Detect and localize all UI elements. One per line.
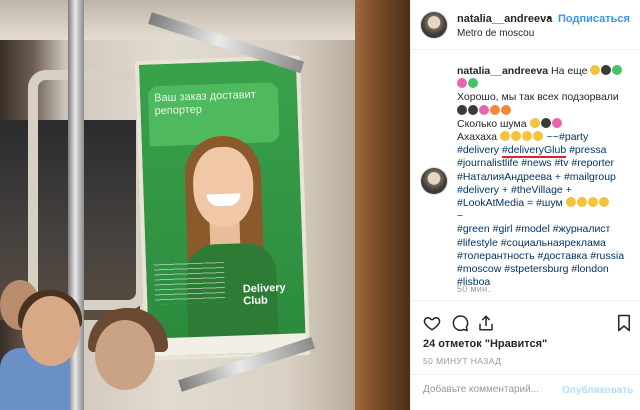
poster-logo: Delivery Club: [243, 282, 287, 307]
hashtag-link[interactable]: #pressa: [569, 144, 606, 156]
caption-line: ~: [457, 210, 464, 223]
hashtag-link[interactable]: ~~#party: [547, 131, 588, 143]
grin-emoji-icon: [529, 117, 540, 128]
grin-emoji-icon: [590, 65, 601, 75]
hashtag-link[interactable]: #delivery + #theVillage +: [457, 184, 572, 196]
grin-emoji-icon: [565, 197, 576, 208]
model-face: [191, 145, 255, 228]
caption-line: На еще: [550, 65, 588, 77]
hashtag-link[interactable]: #lifestyle #социальнаяреклама: [457, 237, 606, 249]
poster-headline: Ваш заказ доставит репортер: [153, 88, 257, 118]
caption-avatar[interactable]: [421, 168, 447, 194]
bomb-emoji-icon: [601, 65, 612, 75]
caption-timestamp: 50 мин.: [457, 284, 491, 294]
fire-emoji-icon: [501, 104, 511, 115]
post-timestamp: 50 МИНУТ НАЗАД: [423, 356, 502, 366]
caption-username[interactable]: natalia__andreeva: [457, 65, 548, 77]
laugh-emoji-icon: [532, 131, 543, 142]
caption-line: Хорошо, мы так всех подзорвали: [457, 91, 619, 104]
green-heart-emoji-icon: [468, 78, 478, 89]
popcorn-emoji-icon: [490, 104, 500, 115]
magnifier-emoji-icon: [612, 65, 623, 75]
bomb-emoji-icon: [540, 117, 551, 128]
heart-emoji-icon: [457, 78, 467, 89]
hashtag-link[interactable]: #толерантность #доставка #russia: [457, 250, 624, 262]
caption-line: Ахахаха: [457, 131, 497, 144]
explosion-emoji-icon: [479, 104, 489, 115]
train-door: [355, 0, 410, 410]
hashtag-link[interactable]: #НаталияАндреева + #mailgroup: [457, 171, 616, 183]
passenger-head: [95, 320, 155, 390]
laugh-emoji-icon: [510, 131, 521, 142]
share-icon[interactable]: [477, 314, 495, 332]
grin-emoji-icon: [598, 197, 609, 208]
laugh-emoji-icon: [499, 131, 510, 142]
post-header: natalia__andreeva • Подписаться Metro de…: [411, 0, 640, 50]
follow-button[interactable]: Подписаться: [558, 13, 630, 25]
explosion-emoji-icon: [551, 117, 562, 128]
hashtag-link[interactable]: #journalistlife #news #tv #reporter: [457, 157, 614, 169]
bomb-emoji-icon: [457, 104, 467, 115]
hashtag-link[interactable]: #deliveryGlub: [501, 144, 567, 159]
post-photo[interactable]: Ваш заказ доставит репортер Delivery Clu…: [0, 0, 410, 410]
username-link[interactable]: natalia__andreeva: [457, 13, 552, 25]
grin-emoji-icon: [576, 197, 587, 208]
caption-line: Сколько шума: [457, 117, 527, 130]
post-caption: natalia__andreeva На еще Хорошо, мы так …: [457, 65, 635, 289]
hashtag-link[interactable]: #LookAtMedia = #шум: [457, 197, 563, 209]
avatar[interactable]: [421, 12, 447, 38]
hashtag-link[interactable]: #green #girl #model #журналист: [457, 223, 610, 235]
separator-dot: •: [547, 12, 551, 24]
bookmark-icon[interactable]: [615, 314, 633, 332]
publish-button[interactable]: Опубликовать: [562, 385, 633, 396]
post-side-panel: natalia__andreeva • Подписаться Metro de…: [410, 0, 640, 410]
likes-count[interactable]: 24 отметок "Нравится": [423, 338, 547, 350]
poster-logo-line1: Delivery: [242, 281, 286, 296]
bomb-emoji-icon: [468, 104, 478, 115]
comment-input[interactable]: [423, 384, 563, 395]
grin-emoji-icon: [587, 197, 598, 208]
poster-logo-line2: Club: [243, 294, 268, 308]
heart-icon[interactable]: [423, 314, 441, 332]
location-link[interactable]: Metro de moscou: [457, 28, 534, 39]
hashtag-link[interactable]: #moscow #stpetersburg #london: [457, 263, 609, 275]
hashtag-link[interactable]: #delivery: [457, 144, 499, 156]
passenger-head: [22, 296, 80, 366]
laugh-emoji-icon: [521, 131, 532, 142]
passengers: [0, 260, 190, 410]
comment-icon[interactable]: [451, 314, 469, 332]
